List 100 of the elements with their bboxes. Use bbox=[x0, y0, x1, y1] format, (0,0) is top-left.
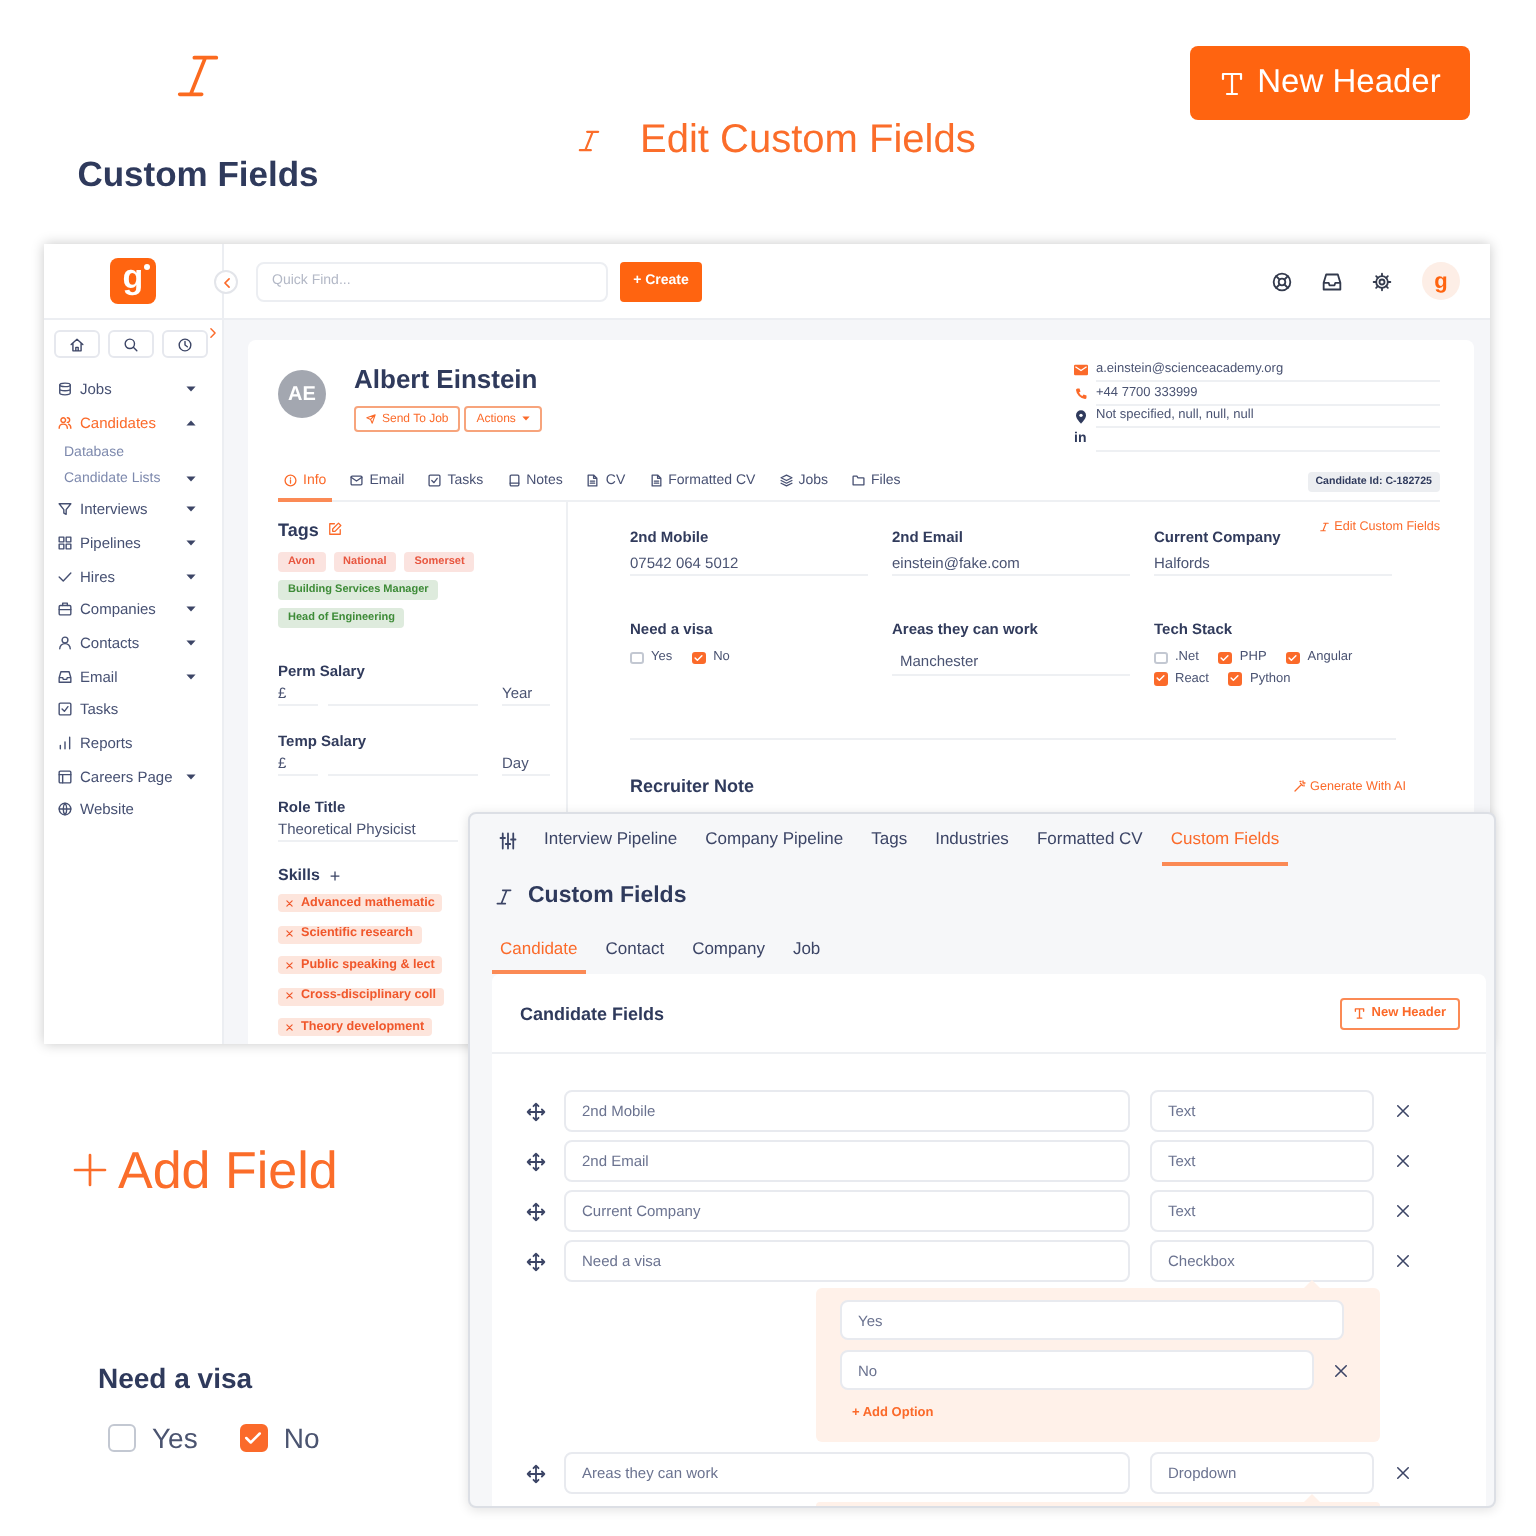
close-icon[interactable] bbox=[1334, 1363, 1348, 1377]
plus-icon bbox=[72, 1152, 108, 1188]
tick-icon bbox=[1220, 653, 1230, 662]
move-icon[interactable] bbox=[526, 1101, 546, 1121]
checkbox[interactable] bbox=[1228, 672, 1242, 685]
check-icon bbox=[58, 569, 72, 584]
caret-icon bbox=[521, 416, 530, 422]
move-icon[interactable] bbox=[526, 1251, 546, 1271]
document-icon bbox=[649, 474, 663, 488]
tab[interactable]: Company bbox=[684, 926, 773, 974]
caret-icon[interactable] bbox=[186, 606, 196, 613]
chevron-right-icon[interactable] bbox=[210, 328, 216, 338]
checkbox-icon bbox=[428, 474, 442, 488]
caret-icon[interactable] bbox=[186, 573, 196, 580]
caret-icon[interactable] bbox=[186, 539, 196, 546]
italic-icon bbox=[1319, 519, 1329, 533]
database-icon bbox=[58, 381, 72, 396]
lifebuoy-icon[interactable] bbox=[1272, 271, 1292, 291]
history-button[interactable] bbox=[162, 330, 208, 358]
map-pin-icon bbox=[1076, 409, 1086, 424]
users-icon bbox=[58, 415, 72, 430]
checkbox[interactable] bbox=[692, 651, 706, 664]
phone-icon bbox=[1074, 387, 1088, 400]
tab[interactable]: Industries bbox=[927, 814, 1017, 866]
tab[interactable]: Contact bbox=[597, 926, 673, 974]
section-title: Skills bbox=[278, 866, 320, 884]
tick-icon bbox=[1156, 674, 1165, 683]
close-icon[interactable] bbox=[1396, 1154, 1410, 1168]
caret-icon[interactable] bbox=[186, 506, 196, 513]
checkbox[interactable] bbox=[1218, 651, 1232, 664]
italic-icon bbox=[496, 885, 512, 907]
tab[interactable]: Tags bbox=[863, 814, 916, 866]
move-icon[interactable] bbox=[526, 1463, 546, 1483]
section-title: Candidate Fields bbox=[520, 1003, 665, 1023]
briefcase-icon bbox=[58, 602, 72, 617]
caret-icon[interactable] bbox=[186, 476, 196, 483]
text-icon bbox=[1219, 71, 1244, 95]
checkbox[interactable] bbox=[1154, 651, 1167, 664]
funnel-icon bbox=[58, 502, 72, 517]
checkbox[interactable] bbox=[630, 651, 643, 664]
field-label: Need a visa bbox=[98, 1362, 255, 1396]
feature-title: Custom Fields bbox=[77, 154, 319, 194]
inbox-icon bbox=[58, 669, 72, 684]
checkbox-icon bbox=[58, 702, 72, 717]
add-skill-button[interactable]: + bbox=[329, 865, 341, 885]
page-title: Custom Fields bbox=[528, 884, 687, 908]
move-icon[interactable] bbox=[526, 1201, 546, 1221]
checkbox[interactable] bbox=[108, 1424, 136, 1452]
magic-wand-icon bbox=[1294, 780, 1307, 792]
close-icon[interactable] bbox=[1396, 1204, 1410, 1218]
tab[interactable]: Job bbox=[784, 926, 829, 974]
section-title: Tags bbox=[278, 519, 319, 539]
grid-icon bbox=[58, 535, 72, 550]
tick-icon bbox=[1230, 674, 1240, 683]
inbox-icon[interactable] bbox=[1322, 271, 1342, 291]
close-icon[interactable] bbox=[1396, 1104, 1410, 1118]
caret-icon[interactable] bbox=[186, 773, 196, 780]
option-label: Yes bbox=[152, 1422, 198, 1454]
envelope-icon bbox=[1074, 364, 1088, 377]
caret-icon[interactable] bbox=[186, 385, 196, 392]
tick-icon bbox=[694, 653, 704, 662]
checkbox[interactable] bbox=[239, 1424, 268, 1452]
home-icon bbox=[70, 337, 84, 351]
option-label: No bbox=[283, 1422, 320, 1454]
text-icon bbox=[1354, 1007, 1366, 1019]
caret-icon[interactable] bbox=[186, 673, 196, 680]
close-icon[interactable] bbox=[1396, 1466, 1410, 1480]
clock-icon bbox=[178, 337, 192, 351]
close-icon[interactable] bbox=[1396, 1254, 1410, 1268]
italic-icon bbox=[578, 125, 600, 155]
document-icon bbox=[586, 474, 600, 488]
search-button[interactable] bbox=[108, 330, 154, 358]
avatar: AE bbox=[278, 370, 326, 418]
tab[interactable]: Interview Pipeline bbox=[536, 814, 686, 866]
send-icon bbox=[366, 414, 376, 424]
move-icon[interactable] bbox=[526, 1151, 546, 1171]
tab[interactable]: Company Pipeline bbox=[697, 814, 852, 866]
layout-icon bbox=[58, 769, 72, 784]
envelope-icon bbox=[350, 474, 364, 488]
sliders-icon[interactable] bbox=[498, 831, 518, 849]
home-button[interactable] bbox=[54, 330, 100, 358]
caret-icon[interactable] bbox=[186, 419, 196, 426]
tab[interactable]: Formatted CV bbox=[1028, 814, 1151, 866]
chevron-left-icon bbox=[223, 277, 229, 287]
globe-icon bbox=[58, 802, 72, 817]
notebook-icon bbox=[507, 474, 521, 488]
folder-icon bbox=[852, 474, 866, 488]
italic-icon bbox=[176, 50, 220, 102]
candidate-name: Albert Einstein bbox=[354, 364, 538, 394]
caret-icon[interactable] bbox=[186, 639, 196, 646]
checkbox[interactable] bbox=[1286, 651, 1300, 664]
search-icon bbox=[124, 337, 138, 351]
user-icon bbox=[58, 635, 72, 650]
tick-icon bbox=[1288, 653, 1298, 662]
settings-icon[interactable] bbox=[1372, 271, 1392, 291]
section-title: Recruiter Note bbox=[630, 776, 755, 796]
edit-icon[interactable] bbox=[328, 522, 343, 536]
tick-icon bbox=[244, 1430, 263, 1446]
checkbox[interactable] bbox=[1154, 672, 1167, 685]
info-icon bbox=[284, 474, 297, 488]
